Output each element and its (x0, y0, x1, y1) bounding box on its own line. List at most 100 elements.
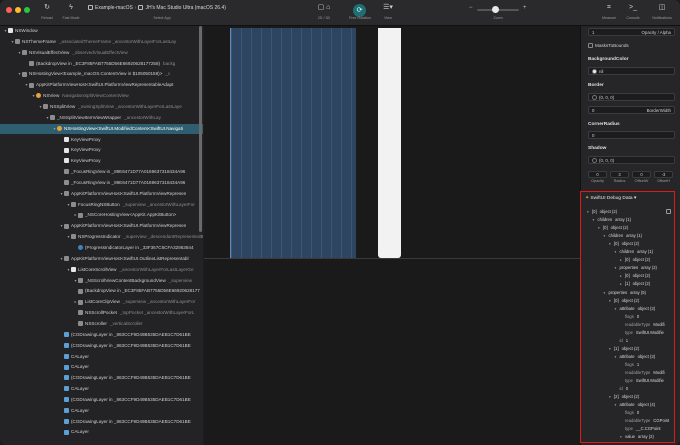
tree-row[interactable]: NSScroller _verticalScroller (0, 319, 203, 330)
fast-mode-button[interactable]: ϟ Fast Mode (59, 3, 83, 20)
tree-row[interactable]: (CGDrawingLayer in _863CCF9D49B535DAEB1C… (0, 417, 203, 428)
tree-row[interactable]: KeyViewProxy (0, 156, 203, 167)
notifications-button[interactable]: ◫ Notifications (646, 3, 678, 20)
tree-row[interactable]: ▾ NSHostingView<Example_macOS.ContentView… (0, 69, 203, 80)
tree-row[interactable]: ▾ AppKitPlatformViewHost<SwiftUI.Platform… (0, 221, 203, 232)
tree-row[interactable]: ▾ NSVisualEffectView _observedVisualEffect… (0, 48, 203, 59)
tree-row[interactable]: (ProgressIndicatorLayer in _33F367C6CFA3… (0, 243, 203, 254)
debug-row[interactable]: ▸ [0] object (2) (620, 256, 650, 264)
swiftui-debug-panel[interactable]: ✦ SwiftUI Debug Data ▾ ▾ [0] object (2) ▾ ch… (580, 191, 675, 443)
tree-row[interactable]: CALayer (0, 406, 203, 417)
shadow-radius-field[interactable]: 3 (610, 171, 629, 178)
tree-row[interactable]: (CGDrawingLayer in _863CCF9D49B535DAEB1C… (0, 330, 203, 341)
debug-value: array (2) (641, 265, 657, 271)
zoom-out-button[interactable]: − (469, 5, 473, 11)
border-width-value: 0 (592, 108, 595, 113)
tree-row[interactable]: KeyViewProxy (0, 145, 203, 156)
tree-row[interactable]: ▾ FocusRingNSButton _superview _ancestorWi… (0, 200, 203, 211)
tree-row[interactable]: ▾ NSWindow (0, 26, 203, 37)
tree-row[interactable]: ▾ AppKitPlatformViewHost<SwiftUI.Platform… (0, 80, 203, 91)
debug-row[interactable]: ▾ attribute object (3) (615, 305, 656, 313)
debug-row[interactable]: ▾ value array (2) (620, 433, 654, 441)
reload-button[interactable]: ↻ Reload (36, 3, 58, 20)
tree-row[interactable]: ▾ NSView NavigationSplitViewContentView (0, 91, 203, 102)
shadow-offset-h-field[interactable]: -3 (654, 171, 673, 178)
tree-row[interactable]: ▾ NSProgressIndicator _superview _descenda… (0, 232, 203, 243)
debug-row[interactable]: ▾ children array (1) (604, 232, 643, 240)
tree-row[interactable]: (CGDrawingLayer in _863CCF9D49B535DAEB1C… (0, 373, 203, 384)
tree-row[interactable]: (CGDrawingLayer in _863CCF9D49B535DAEB1C… (0, 395, 203, 406)
select-app-button[interactable]: Select App (140, 12, 184, 20)
tree-row-name: (BackdropView in _EC3F85FAB7755D56E66920… (36, 60, 161, 66)
border-width-label: BorderWidth (646, 108, 671, 113)
tree-row[interactable]: KeyViewProxy (0, 135, 203, 146)
debug-row[interactable]: ▾ [0] object (2) (609, 297, 639, 305)
opacity-field[interactable]: 1 Opacity / Alpha (588, 28, 675, 36)
mode-toggle[interactable]: ▢ ⌂ 2D / 3D (308, 3, 340, 20)
zoom-window-button[interactable] (24, 7, 30, 13)
debug-key: flags (625, 361, 634, 367)
tree-row-detail: _verticalScroller (109, 320, 143, 326)
selected-view-preview[interactable] (230, 28, 356, 258)
shadow-offset-w-field[interactable]: 0 (632, 171, 651, 178)
border-width-field[interactable]: 0 BorderWidth (588, 106, 675, 114)
debug-header[interactable]: ✦ SwiftUI Debug Data ▾ (585, 196, 636, 201)
debug-row[interactable]: ▾ properties array (5) (604, 289, 646, 297)
tree-row[interactable]: ▾ AppKitPlatformViewHost<SwiftUI.OutlineL… (0, 254, 203, 265)
tree-row[interactable]: CALayer (0, 352, 203, 363)
tree-scrollbar[interactable] (199, 26, 202, 232)
border-color-field[interactable]: (0, 0, 0) (588, 93, 675, 101)
measure-button[interactable]: ⌗ Measure (598, 3, 620, 20)
debug-row[interactable]: ▾ [0] object (2) (587, 208, 617, 216)
shadow-color-field[interactable]: (0, 0, 0) (588, 156, 675, 164)
tree-row[interactable]: CALayer (0, 427, 203, 438)
copy-icon[interactable] (666, 209, 671, 214)
minimize-window-button[interactable] (15, 7, 21, 13)
debug-row[interactable]: ▾ children array (1) (615, 248, 654, 256)
background-color-field[interactable]: nil (588, 67, 675, 75)
tree-row[interactable]: ▸ _NSCoreHostingView<AppKit.AppKitButton> (0, 210, 203, 221)
debug-row[interactable]: ▾ attribute object (3) (615, 353, 656, 361)
corner-radius-field[interactable]: 0 (588, 131, 675, 139)
debug-value: 0 (636, 313, 640, 319)
tree-row[interactable]: CALayer (0, 362, 203, 373)
masks-to-bounds-checkbox[interactable]: MasksToBounds (588, 43, 629, 49)
shadow-opacity-field[interactable]: 0 (588, 171, 607, 178)
tree-row[interactable]: ▾ ListCoreScrollView _ancestorWithLayerFor… (0, 265, 203, 276)
tree-row[interactable]: NSScrollPocket _topPocket _ancestorWithLa… (0, 308, 203, 319)
tree-row[interactable]: ▸ ListCoreClipView _superview _ancestorWit… (0, 297, 203, 308)
tree-row[interactable]: ▾ _NSScrollViewContentBackgroundView _supe… (0, 276, 203, 287)
tree-row[interactable]: CALayer (0, 384, 203, 395)
tree-row[interactable]: _FocusRingView in _89E6471D77A0169637318… (0, 167, 203, 178)
debug-row[interactable]: ▾ [0] object (2) (598, 224, 628, 232)
view-type-icon (78, 212, 83, 218)
tree-row[interactable]: _FocusRingView in _89E6471D77A0169637318… (0, 178, 203, 189)
tree-row[interactable]: ▾ NSHostingView<SwiftUI.ModifiedContent<S… (0, 123, 203, 135)
debug-row[interactable]: ▾ children array (1) (593, 216, 632, 224)
debug-row[interactable]: ▸ [0] object (2) (620, 272, 650, 280)
sibling-view-preview[interactable] (378, 28, 401, 258)
scheme-selector[interactable]: Example-macOS › JH's Mac Studio Ultra (mac… (88, 5, 226, 11)
view-menu-button[interactable]: ☰▾ View (378, 3, 398, 20)
tree-row[interactable]: (BackdropView in _EC3F85FAB7755D56E66920… (0, 286, 203, 297)
tree-row[interactable]: ▾ AppKitPlatformViewHost<SwiftUI.Platform… (0, 189, 203, 200)
zoom-in-button[interactable]: + (523, 5, 527, 11)
render-canvas[interactable] (204, 26, 580, 445)
debug-row[interactable]: ▾ [1] object (2) (609, 345, 639, 353)
debug-row[interactable]: ▾ [0] object (2) (609, 240, 639, 248)
tree-row[interactable]: (BackdropView in _EC3F85FAB7755D56E66920… (0, 59, 203, 70)
debug-key: children (608, 233, 624, 239)
debug-row[interactable]: ▾ attribute object (4) (615, 401, 656, 409)
console-button[interactable]: >_ Console (621, 3, 645, 20)
debug-row[interactable]: ▸ [1] object (2) (620, 280, 650, 288)
tree-row[interactable]: (CGDrawingLayer in _863CCF9D49B535DAEB1C… (0, 341, 203, 352)
debug-row[interactable]: ▾ properties array (2) (615, 264, 657, 272)
debug-row[interactable]: ▾ [2] object (2) (609, 393, 639, 401)
tree-row[interactable]: ▾ NSSplitView _owningSplitView _ancestorWi… (0, 102, 203, 113)
background-color-value: nil (599, 69, 604, 74)
tree-row[interactable]: ▾ _NSSplitViewItemViewWrapper _ancestorWit… (0, 113, 203, 124)
tree-row[interactable]: ▾ NSThemeFrame _associatedThemeFrame _ance… (0, 37, 203, 48)
view-hierarchy-tree[interactable]: ▾ NSWindow ▾ NSThemeFrame _associatedThemeFr… (0, 26, 203, 445)
close-window-button[interactable] (6, 7, 12, 13)
tree-row-name: KeyViewProxy (71, 136, 101, 142)
